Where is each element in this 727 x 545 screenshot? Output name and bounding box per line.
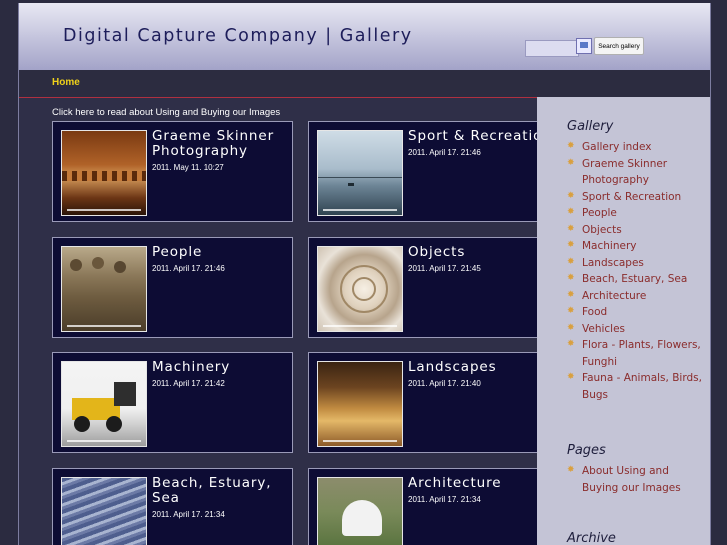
sidebar-heading-pages: Pages [567, 443, 606, 458]
gallery-card-date: 2011. April 17. 21:42 [152, 379, 225, 388]
sidebar-link-label[interactable]: Machinery [582, 240, 636, 252]
bullet-icon: ✸ [567, 141, 575, 151]
intro-link[interactable]: Click here to read about Using and Buyin… [52, 107, 280, 118]
sidebar-link-label[interactable]: Flora - Plants, Flowers, Funghi [582, 339, 701, 368]
sidebar-link[interactable]: ✸ Vehicles [567, 321, 707, 338]
gallery-card-title[interactable]: Graeme Skinner Photography [152, 129, 282, 159]
gallery-card[interactable]: Landscapes 2011. April 17. 21:40 [308, 352, 549, 453]
sidebar-link-label[interactable]: Vehicles [582, 323, 625, 335]
sidebar-pages-list: ✸ About Using and Buying our Images [567, 463, 707, 496]
sidebar-heading-gallery: Gallery [567, 119, 614, 134]
bullet-icon: ✸ [567, 306, 575, 316]
sidebar: Gallery ✸ Gallery index ✸ Graeme Skinner P… [537, 97, 710, 545]
gallery-card-date: 2011. April 17. 21:34 [408, 495, 481, 504]
gallery-card[interactable]: Architecture 2011. April 17. 21:34 [308, 468, 549, 545]
sidebar-link-label[interactable]: Gallery index [582, 141, 651, 153]
sidebar-gallery-list: ✸ Gallery index ✸ Graeme Skinner Photograp… [567, 139, 707, 403]
marquee-tent-photo-thumbnail[interactable] [317, 477, 403, 545]
page: Digital Capture Company | Gallery Search… [18, 3, 711, 545]
gallery-card-title[interactable]: Sport & Recreation [408, 129, 548, 144]
lake-photo-thumbnail[interactable] [317, 130, 403, 216]
bullet-icon: ✸ [567, 372, 575, 382]
gallery-card-title[interactable]: Objects [408, 245, 548, 260]
sidebar-link[interactable]: ✸ Food [567, 304, 707, 321]
search-input[interactable] [525, 40, 579, 57]
gallery-card[interactable]: Graeme Skinner Photography 2011. May 11.… [52, 121, 293, 222]
sidebar-link[interactable]: ✸ Objects [567, 222, 707, 239]
sidebar-link-label[interactable]: People [582, 207, 617, 219]
gallery-card[interactable]: People 2011. April 17. 21:46 [52, 237, 293, 338]
sidebar-link-label[interactable]: Objects [582, 224, 622, 236]
bullet-icon: ✸ [567, 289, 575, 300]
sidebar-link[interactable]: ✸ Architecture [567, 288, 707, 305]
gallery-card[interactable]: Objects 2011. April 17. 21:45 [308, 237, 549, 338]
sidebar-link-label[interactable]: About Using and Buying our Images [582, 465, 681, 494]
gallery-card-date: 2011. April 17. 21:46 [152, 264, 225, 273]
sidebar-link[interactable]: ✸ Machinery [567, 238, 707, 255]
gallery-card-title[interactable]: Machinery [152, 360, 292, 375]
sidebar-link[interactable]: ✸ Landscapes [567, 255, 707, 272]
gallery-card-title[interactable]: Landscapes [408, 360, 548, 375]
sand-ripples-photo-thumbnail[interactable] [61, 477, 147, 545]
bullet-icon: ✸ [567, 256, 575, 267]
sidebar-link[interactable]: ✸ Fauna - Animals, Birds, Bugs [567, 370, 707, 403]
nautilus-shell-photo-thumbnail[interactable] [317, 246, 403, 332]
top-nav: Home [19, 70, 710, 98]
gallery-card-title[interactable]: Architecture [408, 476, 548, 491]
sidebar-link-label[interactable]: Food [582, 306, 607, 318]
site-title: Digital Capture Company | Gallery [63, 26, 413, 46]
gallery-card[interactable]: Beach, Estuary, Sea 2011. April 17. 21:3… [52, 468, 293, 545]
sidebar-link-label[interactable]: Landscapes [582, 257, 644, 269]
gallery-card[interactable]: Machinery 2011. April 17. 21:42 [52, 352, 293, 453]
gallery-card-date: 2011. April 17. 21:46 [408, 148, 481, 157]
sidebar-link[interactable]: ✸ Beach, Estuary, Sea [567, 271, 707, 288]
header: Digital Capture Company | Gallery Search… [19, 3, 710, 70]
sidebar-link[interactable]: ✸ People [567, 205, 707, 222]
sidebar-link[interactable]: ✸ Graeme Skinner Photography [567, 156, 707, 189]
hills-photo-thumbnail[interactable] [317, 361, 403, 447]
gallery-card-title[interactable]: Beach, Estuary, Sea [152, 476, 282, 506]
gallery-card-date: 2011. May 11. 10:27 [152, 163, 224, 172]
search-icon[interactable] [576, 38, 592, 54]
gallery-card-date: 2011. April 17. 21:40 [408, 379, 481, 388]
gallery-card-title[interactable]: People [152, 245, 292, 260]
nav-home-link[interactable]: Home [52, 77, 80, 88]
bullet-icon: ✸ [567, 190, 575, 201]
bullet-icon: ✸ [567, 339, 575, 349]
sidebar-link[interactable]: ✸ Flora - Plants, Flowers, Funghi [567, 337, 707, 370]
sidebar-link[interactable]: ✸ Gallery index [567, 139, 707, 156]
search-gallery-button[interactable]: Search gallery [594, 37, 644, 55]
sidebar-link-label[interactable]: Sport & Recreation [582, 191, 681, 203]
loader-photo-thumbnail[interactable] [61, 361, 147, 447]
gallery-card-date: 2011. April 17. 21:34 [152, 510, 225, 519]
bullet-icon: ✸ [567, 223, 575, 234]
bullet-icon: ✸ [567, 273, 575, 283]
gallery-card-date: 2011. April 17. 21:45 [408, 264, 481, 273]
sidebar-link[interactable]: ✸ Sport & Recreation [567, 189, 707, 206]
bullet-icon: ✸ [567, 240, 575, 250]
bullet-icon: ✸ [567, 465, 575, 475]
sidebar-link[interactable]: ✸ About Using and Buying our Images [567, 463, 707, 496]
rusted-machine-photo-thumbnail[interactable] [61, 130, 147, 216]
sidebar-heading-archive: Archive [567, 531, 616, 545]
sidebar-link-label[interactable]: Fauna - Animals, Birds, Bugs [582, 372, 702, 401]
gallery-card[interactable]: Sport & Recreation 2011. April 17. 21:46 [308, 121, 549, 222]
bullet-icon: ✸ [567, 157, 575, 168]
bullet-icon: ✸ [567, 322, 575, 333]
bullet-icon: ✸ [567, 207, 575, 217]
soldiers-photo-thumbnail[interactable] [61, 246, 147, 332]
sidebar-link-label[interactable]: Architecture [582, 290, 646, 302]
sidebar-link-label[interactable]: Beach, Estuary, Sea [582, 273, 687, 285]
sidebar-link-label[interactable]: Graeme Skinner Photography [582, 158, 667, 187]
